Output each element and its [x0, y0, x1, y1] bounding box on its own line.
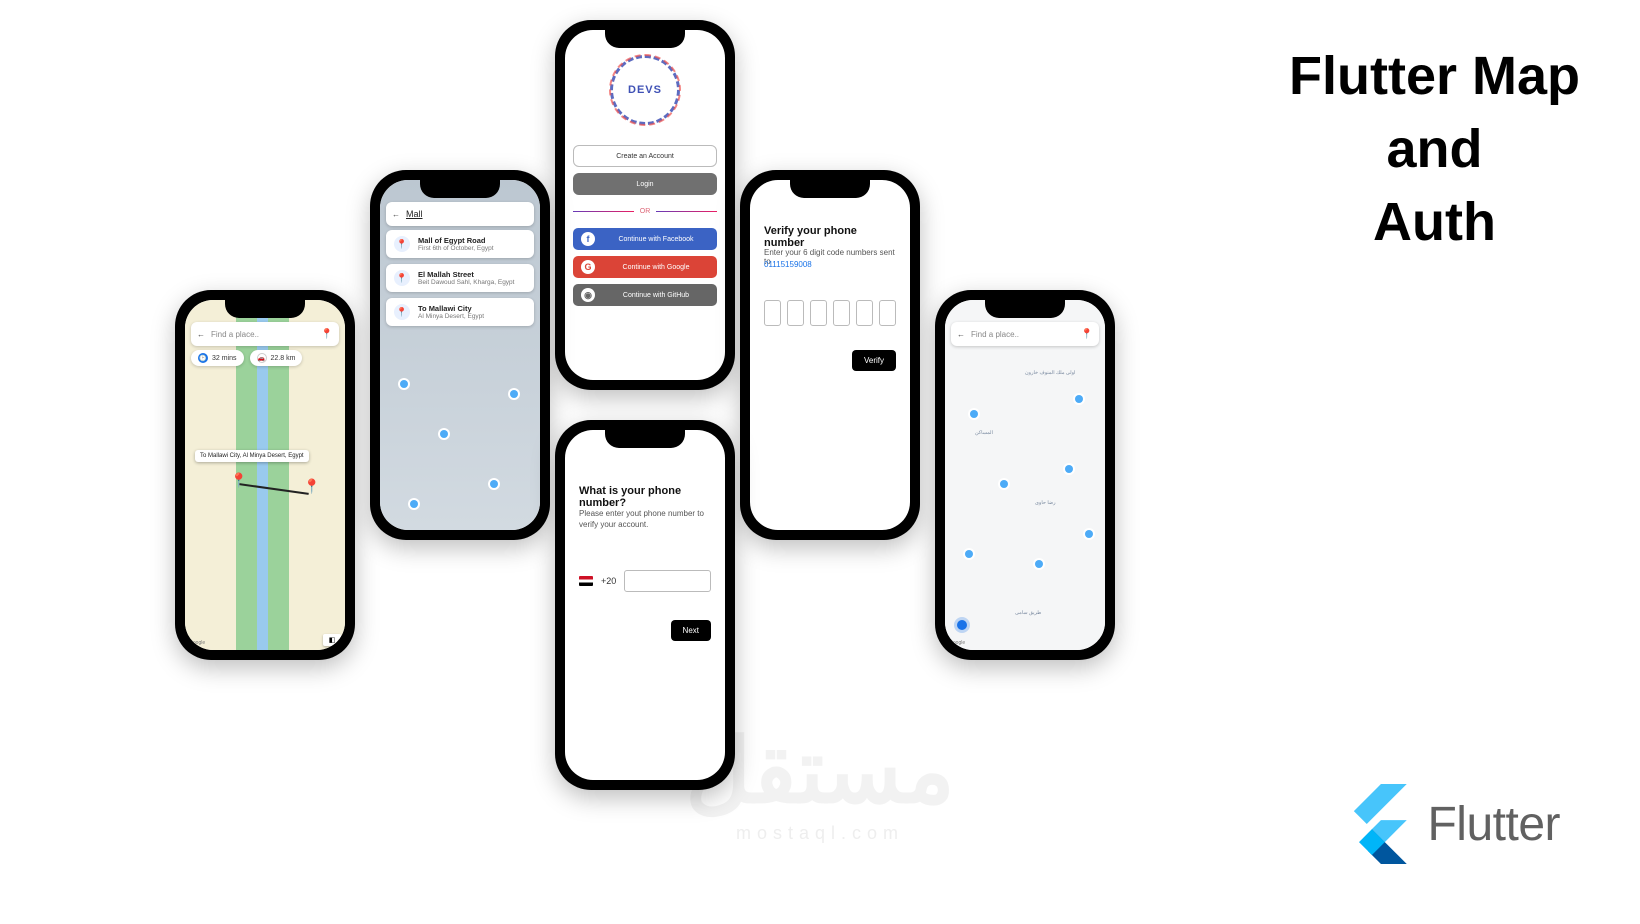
title-line-2: and: [1289, 113, 1580, 186]
location-pin-icon[interactable]: 📍: [321, 329, 333, 340]
login-label: Login: [636, 181, 653, 188]
google-icon: G: [581, 260, 595, 274]
suggestion-item[interactable]: 📍 To Mallawi CityAl Minya Desert, Egypt: [386, 298, 534, 326]
country-flag-icon[interactable]: [579, 576, 593, 586]
phone-verify-code: Verify your phone number Enter your 6 di…: [740, 170, 920, 540]
suggestion-subtitle: Beit Dawoud Sahl, Kharga, Egypt: [418, 279, 514, 286]
suggestion-subtitle: Al Minya Desert, Egypt: [418, 313, 484, 320]
logo-text: DEVS: [628, 84, 662, 96]
otp-digit-input[interactable]: [764, 300, 781, 326]
suggestion-title: Mall of Egypt Road: [418, 236, 494, 245]
flutter-brand: Flutter: [1342, 784, 1560, 864]
google-attribution: Google: [189, 640, 205, 646]
search-bar[interactable]: ← Find a place.. 📍: [191, 322, 339, 346]
app-logo: DEVS: [610, 55, 680, 125]
verify-button[interactable]: Verify: [852, 350, 896, 371]
phone-subtitle: Please enter yout phone number to verify…: [579, 508, 711, 530]
car-icon: 🚗: [257, 353, 267, 363]
country-code: +20: [601, 576, 616, 586]
my-location-icon[interactable]: [957, 620, 967, 630]
otp-digit-input[interactable]: [879, 300, 896, 326]
continue-google-button[interactable]: G Continue with Google: [573, 256, 717, 278]
suggestion-item[interactable]: 📍 Mall of Egypt RoadFirst 6th of October…: [386, 230, 534, 258]
distance-chip[interactable]: 🚗 22.8 km: [250, 350, 303, 366]
page-title: Flutter Map and Auth: [1289, 40, 1580, 259]
duration-chip[interactable]: 🕑 32 mins: [191, 350, 244, 366]
suggestion-title: To Mallawi City: [418, 304, 484, 313]
duration-value: 32 mins: [212, 355, 237, 362]
github-icon: ◉: [581, 288, 595, 302]
title-line-3: Auth: [1289, 186, 1580, 259]
flutter-brand-text: Flutter: [1427, 797, 1560, 852]
location-pin-icon[interactable]: 📍: [1081, 329, 1093, 340]
otp-digit-input[interactable]: [810, 300, 827, 326]
google-attribution: Google: [949, 640, 965, 646]
otp-digit-input[interactable]: [856, 300, 873, 326]
phone-number-entry: What is your phone number? Please enter …: [555, 420, 735, 790]
facebook-label: Continue with Facebook: [603, 236, 709, 243]
otp-digit-input[interactable]: [787, 300, 804, 326]
search-placeholder: Find a place..: [211, 330, 315, 339]
continue-github-button[interactable]: ◉ Continue with GitHub: [573, 284, 717, 306]
google-label: Continue with Google: [603, 264, 709, 271]
continue-facebook-button[interactable]: f Continue with Facebook: [573, 228, 717, 250]
suggestion-list: 📍 Mall of Egypt RoadFirst 6th of October…: [386, 230, 534, 326]
phone-auth: DEVS Create an Account Login OR f Continu…: [555, 20, 735, 390]
next-label: Next: [683, 626, 699, 635]
search-bar[interactable]: ← Find a place.. 📍: [951, 322, 1099, 346]
auth-divider: OR: [573, 208, 717, 215]
github-label: Continue with GitHub: [603, 292, 709, 299]
back-icon[interactable]: ←: [957, 330, 965, 339]
flutter-logo-icon: [1342, 784, 1407, 864]
search-query: Mall: [406, 209, 423, 219]
back-icon[interactable]: ←: [197, 330, 205, 339]
marker-start-icon[interactable]: 📍: [230, 472, 247, 489]
suggestion-title: El Mallah Street: [418, 270, 514, 279]
verify-label: Verify: [864, 356, 884, 365]
suggestion-item[interactable]: 📍 El Mallah StreetBeit Dawoud Sahl, Khar…: [386, 264, 534, 292]
create-account-button[interactable]: Create an Account: [573, 145, 717, 167]
watermark-sub: mostaql.com: [736, 823, 904, 844]
phone-title: What is your phone number?: [579, 485, 711, 509]
back-icon[interactable]: ←: [392, 210, 400, 219]
location-icon: 📍: [394, 304, 410, 320]
otp-input-row: [764, 300, 896, 326]
phone-search-suggestions: ← Mall 📍 Mall of Egypt RoadFirst 6th of …: [370, 170, 550, 540]
phone-input-row: +20: [579, 570, 711, 592]
facebook-icon: f: [581, 232, 595, 246]
title-line-1: Flutter Map: [1289, 40, 1580, 113]
create-account-label: Create an Account: [616, 153, 674, 160]
otp-digit-input[interactable]: [833, 300, 850, 326]
login-button[interactable]: Login: [573, 173, 717, 195]
verify-title: Verify your phone number: [764, 225, 896, 249]
phone-map-search: اولى ملك المنوف خارون المساكن رضا حاوى ط…: [935, 290, 1115, 660]
search-placeholder: Find a place..: [971, 330, 1075, 339]
map-layers-button[interactable]: ◧: [323, 634, 341, 646]
search-bar[interactable]: ← Mall: [386, 202, 534, 226]
distance-value: 22.8 km: [271, 355, 296, 362]
phone-map-route: ← Find a place.. 📍 🕑 32 mins 🚗 22.8 km To …: [175, 290, 355, 660]
verify-phone-number: 01115159008: [764, 260, 812, 269]
location-icon: 📍: [394, 236, 410, 252]
or-label: OR: [640, 208, 651, 215]
suggestion-subtitle: First 6th of October, Egypt: [418, 245, 494, 252]
route-tooltip: To Mallawi City, Al Minya Desert, Egypt: [195, 450, 309, 462]
clock-icon: 🕑: [198, 353, 208, 363]
marker-end-icon[interactable]: 📍: [303, 478, 320, 495]
next-button[interactable]: Next: [671, 620, 711, 641]
map-background-light[interactable]: اولى ملك المنوف خارون المساكن رضا حاوى ط…: [945, 300, 1105, 650]
route-chips: 🕑 32 mins 🚗 22.8 km: [191, 350, 302, 366]
phone-number-input[interactable]: [624, 570, 711, 592]
location-icon: 📍: [394, 270, 410, 286]
